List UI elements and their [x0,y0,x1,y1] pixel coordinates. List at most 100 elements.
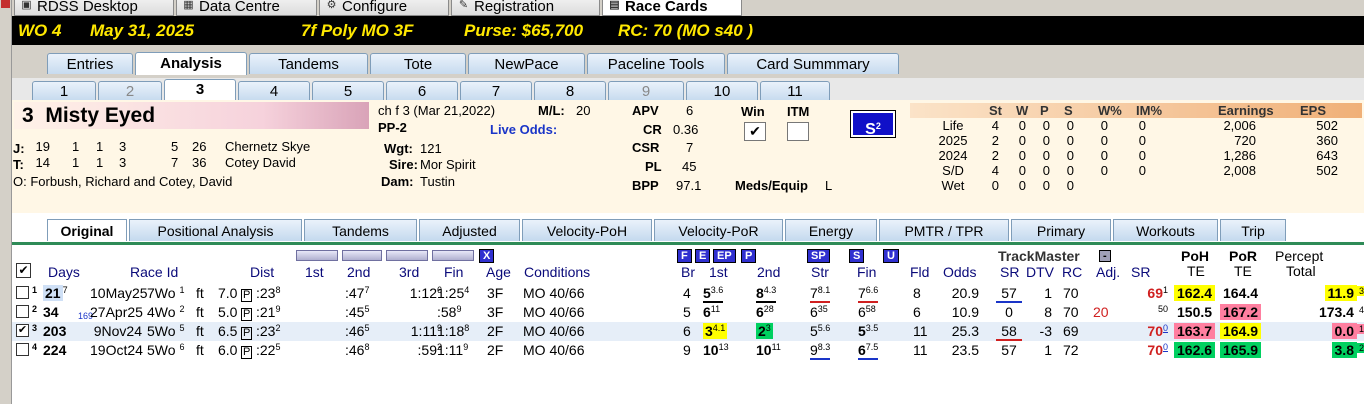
header-por[interactable]: PoR [1229,248,1257,264]
header-percept[interactable]: Percept [1275,248,1323,264]
win-checkbox[interactable]: ✔ [744,122,766,141]
header-race-id[interactable]: Race Id [130,264,178,280]
col-button-x[interactable]: X [479,249,495,263]
horse-tab-7[interactable]: 7 [460,81,532,100]
col-button-1st[interactable] [296,250,338,261]
tab-entries[interactable]: Entries [47,53,133,74]
tab-tandems[interactable]: Tandems [249,53,368,74]
horse-tab-10[interactable]: 10 [686,81,758,100]
row-checkbox[interactable]: ✔ [16,324,29,337]
header-odds[interactable]: Odds [943,264,976,280]
app-tab-data-centre[interactable]: ▦ Data Centre [176,0,317,16]
col-button-p[interactable]: P [741,249,757,263]
app-tab-rdss-desktop[interactable]: ▣ RDSS Desktop [14,0,174,16]
row-checkbox[interactable] [16,343,29,356]
header-poh-te: TE [1187,263,1205,279]
horse-tab-3[interactable]: 3 [164,79,236,100]
app-tab-registration[interactable]: ✎ Registration [451,0,600,16]
subtab-trip[interactable]: Trip [1220,219,1286,241]
horse-tab-2[interactable]: 2 [98,81,162,100]
col-button-e[interactable]: E [695,249,711,263]
col-button-ep[interactable]: EP [713,249,736,263]
row-cell: 4Wo 2 [147,304,185,320]
header-fld[interactable]: Fld [910,264,929,280]
subtab-adjusted[interactable]: Adjusted [419,219,520,241]
row-cell: 5Wo 5 [147,323,185,339]
header-1st[interactable]: 1st [305,264,324,280]
row-cell: 58 [996,323,1022,341]
horse-tab-9[interactable]: 9 [608,81,684,100]
header-adj[interactable]: Adj. [1096,264,1120,280]
col-button-sp[interactable]: SP [807,249,830,263]
trainer-name[interactable]: Cotey David [225,155,296,170]
header-dtv[interactable]: DTV [1026,264,1054,280]
horse-tab-6[interactable]: 6 [386,81,458,100]
header-rc[interactable]: RC [1062,264,1082,280]
horse-tab-11[interactable]: 11 [760,81,830,100]
header-conditions[interactable]: Conditions [524,264,590,280]
col-button-s[interactable]: S [849,249,865,263]
horse-tab-1[interactable]: 1 [32,81,96,100]
header-b1st[interactable]: 1st [709,264,728,280]
weight-label: Wgt: [384,141,413,156]
subtab-velocity-por[interactable]: Velocity-PoR [654,219,783,241]
horse-tab-8[interactable]: 8 [534,81,606,100]
race-cards-icon: ▤ [609,0,620,11]
s2-button[interactable]: S2 [850,110,896,138]
subtab-pmtr-tpr[interactable]: PMTR / TPR [879,219,1009,241]
header-sr[interactable]: SR [1000,264,1019,280]
stats-cell: 720 [1234,133,1256,148]
subtab-velocity-poh[interactable]: Velocity-PoH [522,219,652,241]
subtab-energy[interactable]: Energy [785,219,877,241]
select-all-checkbox[interactable]: ✔ [16,263,31,278]
table-row[interactable]: 2 34 169 27Apr25 4Wo 2 ft 5.0 P:219:455:589 3F MO… [12,303,1364,322]
horse-tab-5[interactable]: 5 [312,81,384,100]
row-cell: P [241,327,253,340]
header-dist[interactable]: Dist [250,264,274,280]
app-tab-race-cards[interactable]: ▤ Race Cards [602,0,742,16]
row-cell: 9 [683,342,691,358]
itm-checkbox[interactable] [787,122,809,141]
header-age[interactable]: Age [486,264,511,280]
jockey-stat: 1 [96,139,104,154]
header-b2nd[interactable]: 2nd [757,264,780,280]
header-fin2[interactable]: Fin [857,264,876,280]
header-days[interactable]: Days [48,264,80,280]
table-row[interactable]: 4 224 19Oct24 5Wo 6 ft 6.0 P:225:468:592 1:119 2… [12,341,1364,360]
header-3rd[interactable]: 3rd [399,264,419,280]
header-sr2[interactable]: SR [1131,264,1150,280]
header-str[interactable]: Str [811,264,829,280]
col-button-u[interactable]: U [883,249,899,263]
trainer-stat: 36 [192,155,207,170]
col-button-fin[interactable] [432,250,474,261]
horse-tab-4[interactable]: 4 [238,81,310,100]
subtab-tandems[interactable]: Tandems [304,219,417,241]
row-checkbox[interactable] [16,286,29,299]
tab-analysis[interactable]: Analysis [135,52,247,75]
row-cell: 0.0 1 [1276,323,1364,339]
subtab-original[interactable]: Original [47,219,127,241]
app-tab-configure[interactable]: ⚙ Configure [319,0,449,16]
subtab-positional-analysis[interactable]: Positional Analysis [129,219,302,241]
tab-newpace[interactable]: NewPace [468,53,585,74]
header-fin[interactable]: Fin [444,264,463,280]
tab-card-summary[interactable]: Card Summmary [727,53,899,74]
subtab-workouts[interactable]: Workouts [1113,219,1218,241]
header-br[interactable]: Br [681,264,695,280]
row-checkbox[interactable] [16,305,29,318]
subtab-primary[interactable]: Primary [1011,219,1111,241]
row-cell: :468 [345,342,370,358]
header-poh[interactable]: PoH [1181,248,1209,264]
table-row[interactable]: ✔ 3 203 9Nov24 5Wo 5 ft 6.5 P:232:465 1:119 1:188… [12,322,1364,341]
trackmaster-toggle[interactable]: - [1099,250,1111,262]
col-button-3rd[interactable] [386,250,428,261]
tab-paceline-tools[interactable]: Paceline Tools [587,53,725,74]
jockey-name[interactable]: Chernetz Skye [225,139,310,154]
tab-tote[interactable]: Tote [370,53,466,74]
header-2nd[interactable]: 2nd [347,264,370,280]
col-button-2nd[interactable] [342,250,382,261]
table-row[interactable]: 1 21 7 10May25 7Wo 1 ft 7.0 P:238:477 1:126 1:254… [12,284,1364,303]
col-button-f[interactable]: F [677,249,692,263]
app-root: ▣ RDSS Desktop ▦ Data Centre ⚙ Configure… [0,0,1364,404]
main-tab-row: Entries Analysis Tandems Tote NewPace Pa… [12,45,1364,78]
